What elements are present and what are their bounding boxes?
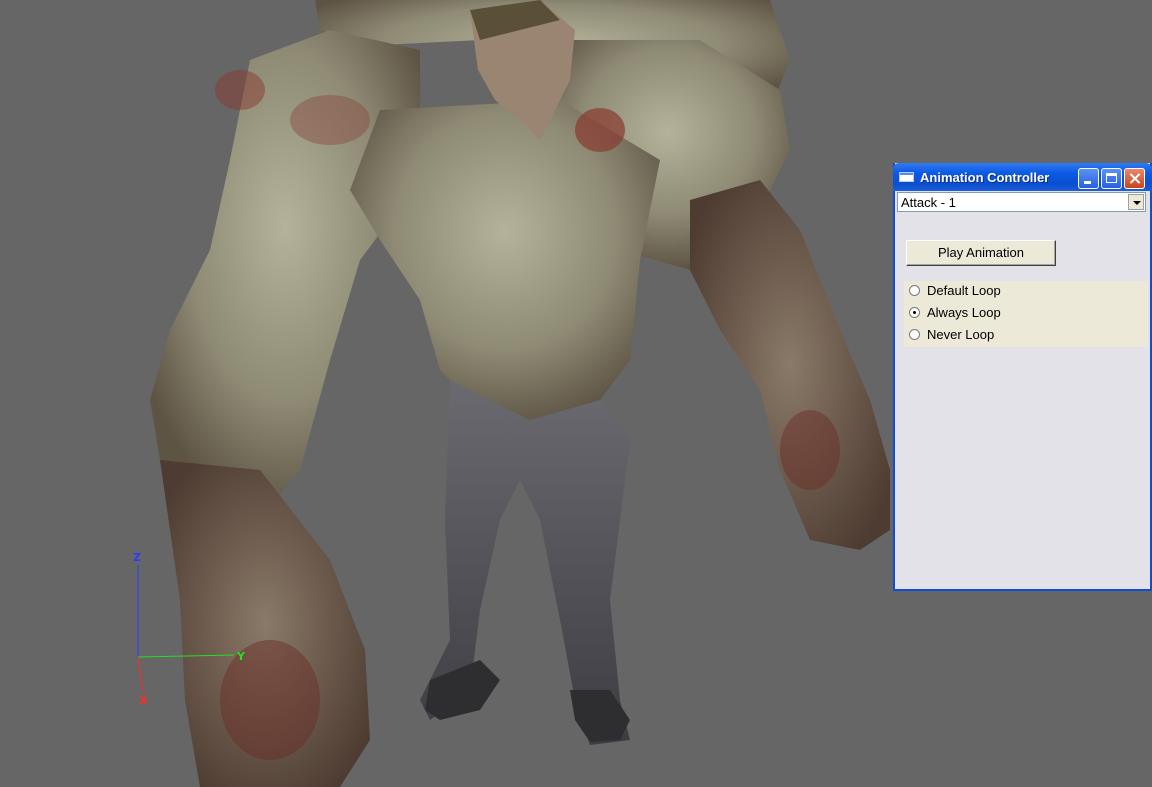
animation-select[interactable]: Attack - 1 [897,192,1146,212]
y-axis-label: Y [237,650,245,663]
radio-label: Always Loop [927,305,1001,320]
radio-default-loop[interactable]: Default Loop [904,281,1148,303]
animation-select-value: Attack - 1 [901,195,956,210]
window-title: Animation Controller [920,170,1050,185]
radio-button[interactable] [909,307,920,318]
radio-label: Never Loop [927,327,995,342]
z-axis-label: Z [133,551,141,564]
radio-button[interactable] [909,285,920,296]
window-icon [899,172,914,182]
loop-mode-group: Default Loop Always Loop Never Loop [904,281,1148,347]
play-animation-button[interactable]: Play Animation [906,240,1056,266]
animation-controller-window: Animation Controller Attack - 1 Play Ani… [893,163,1152,591]
close-icon[interactable] [1124,168,1145,189]
minimize-icon[interactable] [1078,168,1099,189]
radio-always-loop[interactable]: Always Loop [904,303,1148,325]
radio-never-loop[interactable]: Never Loop [904,325,1148,347]
title-bar[interactable]: Animation Controller [893,163,1152,191]
radio-button[interactable] [909,329,920,340]
maximize-icon[interactable] [1101,168,1122,189]
radio-label: Default Loop [927,283,1001,298]
chevron-down-icon[interactable] [1128,194,1144,210]
x-axis-label: X [139,694,148,707]
